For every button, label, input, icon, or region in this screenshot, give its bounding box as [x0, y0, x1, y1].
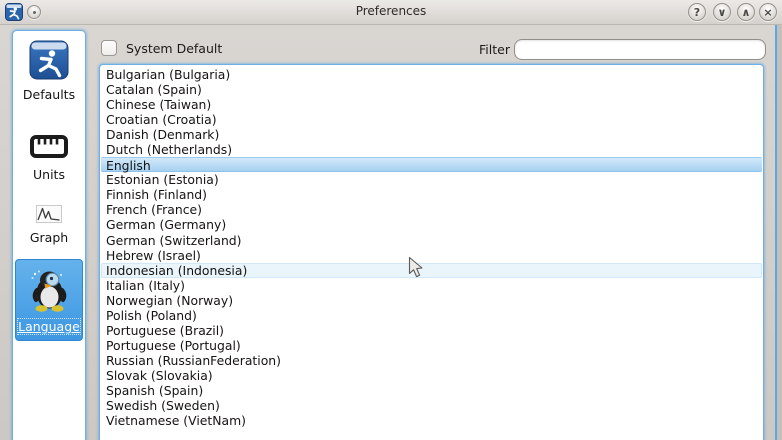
list-item[interactable]: Danish (Denmark) [101, 127, 762, 142]
system-default-checkbox[interactable] [101, 40, 117, 56]
preferences-window: Preferences ? ∨ ∧ × [0, 0, 782, 440]
sidebar-item-graph[interactable]: Graph [15, 202, 83, 249]
list-item[interactable]: Bulgarian (Bulgaria) [101, 67, 762, 82]
sidebar-item-label: Language [18, 319, 80, 334]
preferences-sidebar: Defaults Units Graph [12, 30, 86, 440]
list-item[interactable]: Hebrew (Israel) [101, 248, 762, 263]
help-button[interactable]: ? [688, 3, 706, 21]
penguin-diver-icon [26, 266, 72, 316]
close-button[interactable]: × [759, 3, 777, 21]
filter-input[interactable] [514, 39, 766, 60]
list-item[interactable]: Spanish (Spain) [101, 383, 762, 398]
sidebar-item-units[interactable]: Units [15, 130, 83, 186]
list-item[interactable]: Slovak (Slovakia) [101, 368, 762, 383]
list-item[interactable]: German (Germany) [101, 217, 762, 232]
sidebar-spacer [13, 194, 85, 202]
sidebar-spacer [13, 114, 85, 130]
filter-label: Filter [479, 42, 510, 57]
graph-icon [36, 205, 62, 227]
keep-above-button[interactable]: ∧ [737, 3, 755, 21]
list-item[interactable]: Polish (Poland) [101, 308, 762, 323]
sidebar-item-label: Units [33, 167, 65, 182]
list-item[interactable]: Norwegian (Norway) [101, 293, 762, 308]
list-item[interactable]: French (France) [101, 202, 762, 217]
sidebar-item-label: Graph [30, 230, 68, 245]
list-item[interactable]: Vietnamese (VietNam) [101, 413, 762, 428]
sidebar-item-defaults[interactable]: Defaults [15, 37, 83, 106]
sidebar-item-language[interactable]: Language [15, 259, 83, 341]
list-item[interactable]: Swedish (Sweden) [101, 398, 762, 413]
list-item[interactable]: German (Switzerland) [101, 233, 762, 248]
language-list[interactable]: Bulgarian (Bulgaria)Catalan (Spain)Chine… [99, 64, 764, 440]
diver-icon [29, 40, 69, 84]
list-item[interactable]: Dutch (Netherlands) [101, 142, 762, 157]
list-item[interactable]: Portuguese (Brazil) [101, 323, 762, 338]
list-item[interactable]: Russian (RussianFederation) [101, 353, 762, 368]
list-item[interactable]: Finnish (Finland) [101, 187, 762, 202]
list-item[interactable]: Catalan (Spain) [101, 82, 762, 97]
list-item[interactable]: Portuguese (Portugal) [101, 338, 762, 353]
list-item[interactable]: English [101, 157, 762, 172]
sidebar-item-label: Defaults [23, 87, 75, 102]
system-default-label: System Default [126, 41, 222, 56]
ruler-icon [29, 133, 69, 164]
titlebar[interactable]: Preferences ? ∨ ∧ × [0, 0, 782, 25]
window-title: Preferences [0, 4, 782, 18]
mouse-cursor-icon [408, 256, 424, 279]
list-item[interactable]: Croatian (Croatia) [101, 112, 762, 127]
shade-button[interactable]: ∨ [713, 3, 731, 21]
list-item[interactable]: Estonian (Estonia) [101, 172, 762, 187]
list-item[interactable]: Chinese (Taiwan) [101, 97, 762, 112]
list-item[interactable]: Indonesian (Indonesia) [101, 263, 762, 278]
list-item[interactable]: Italian (Italy) [101, 278, 762, 293]
background-window-sliver [777, 25, 782, 440]
